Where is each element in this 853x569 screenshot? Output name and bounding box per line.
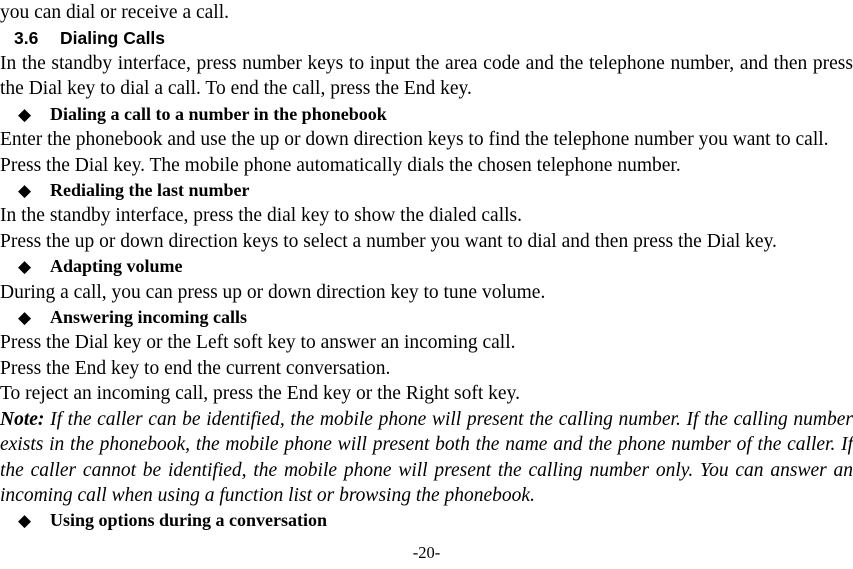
answering-line-1: Press the Dial key or the Left soft key …: [0, 332, 516, 354]
diamond-bullet-icon: ◆: [18, 181, 32, 201]
diamond-bullet-icon: ◆: [18, 104, 32, 124]
bullet-heading-label: Dialing a call to a number in the phoneb…: [50, 103, 387, 124]
bullet-heading-label: Using options during a conversation: [50, 510, 328, 531]
redial-line-2: Press the up or down direction keys to s…: [0, 230, 777, 252]
bullet-heading-label: Answering incoming calls: [50, 307, 248, 328]
bullet-heading-label: Redialing the last number: [50, 180, 250, 201]
section-intro-paragraph: In the standby interface, press number k…: [0, 53, 853, 100]
volume-line-1: During a call, you can press up or down …: [0, 281, 546, 303]
bullet-heading-label: Adapting volume: [50, 256, 183, 277]
answering-line-3: To reject an incoming call, press the En…: [0, 383, 520, 405]
note-label: Note:: [0, 408, 45, 430]
page-number-footer: -20-: [412, 543, 441, 562]
section-heading: 3.6 Dialing Calls: [0, 25, 853, 51]
document-page: you can dial or receive a call. 3.6 Diali…: [0, 0, 853, 569]
page-content: you can dial or receive a call. 3.6 Diali…: [0, 0, 853, 534]
redial-line-1: In the standby interface, press the dial…: [0, 205, 523, 227]
bullet-heading-options: ◆ Using options during a conversation: [0, 508, 853, 533]
note-body-text: If the caller can be identified, the mob…: [0, 408, 853, 506]
phonebook-dial-line-2: Press the Dial key. The mobile phone aut…: [0, 154, 681, 176]
diamond-bullet-icon: ◆: [18, 511, 32, 531]
phonebook-dial-line-1: Enter the phonebook and use the up or do…: [0, 129, 829, 151]
bullet-heading-volume: ◆ Adapting volume: [0, 254, 853, 279]
bullet-heading-answering: ◆ Answering incoming calls: [0, 305, 853, 330]
diamond-bullet-icon: ◆: [18, 257, 32, 277]
section-number: 3.6: [14, 28, 39, 48]
answering-line-2: Press the End key to end the current con…: [0, 357, 391, 379]
bullet-heading-phonebook-dial: ◆ Dialing a call to a number in the phone…: [0, 102, 853, 127]
note-paragraph: Note: If the caller can be identified, t…: [0, 407, 853, 509]
section-title: Dialing Calls: [60, 28, 166, 48]
diamond-bullet-icon: ◆: [18, 308, 32, 328]
bullet-heading-redial: ◆ Redialing the last number: [0, 178, 853, 203]
continuation-text: you can dial or receive a call.: [0, 2, 230, 23]
